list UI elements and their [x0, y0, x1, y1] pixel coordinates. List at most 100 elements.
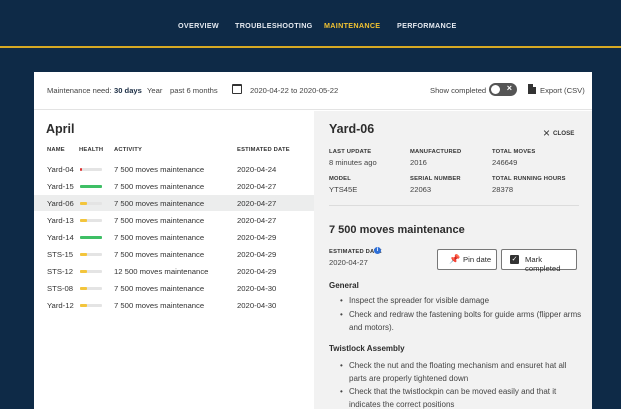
- toggle-knob: [491, 85, 500, 94]
- total-running-hours-label: TOTAL RUNNING HOURS: [492, 176, 566, 182]
- detail-panel: Yard-06 × CLOSE LAST UPDATE 8 minutes ago…: [314, 111, 592, 409]
- row-name: Yard-12: [47, 301, 74, 310]
- column-header-name[interactable]: NAME: [47, 147, 65, 153]
- checklist-item: • Check the nut and the floating mechanis…: [340, 361, 567, 383]
- row-name: STS-15: [47, 250, 74, 259]
- table-row[interactable]: Yard-15 7 500 moves maintenance 2020-04-27: [34, 178, 314, 194]
- table-row[interactable]: STS-08 7 500 moves maintenance 2020-04-30: [34, 280, 314, 296]
- health-bar: [80, 253, 102, 256]
- row-name: Yard-13: [47, 216, 74, 225]
- show-completed-toggle[interactable]: ×: [489, 83, 517, 96]
- row-estimated-date: 2020-04-29: [237, 250, 277, 259]
- health-bar: [80, 168, 102, 171]
- filter-30-days[interactable]: 30 days: [114, 86, 142, 95]
- table-row[interactable]: STS-15 7 500 moves maintenance 2020-04-29: [34, 246, 314, 262]
- document-icon: [528, 84, 536, 94]
- tab-overview[interactable]: OVERVIEW: [178, 21, 219, 30]
- row-name: STS-08: [47, 284, 74, 293]
- maintenance-need-label: Maintenance need:: [47, 86, 112, 95]
- tab-maintenance[interactable]: MAINTENANCE: [324, 21, 380, 30]
- table-row[interactable]: Yard-14 7 500 moves maintenance 2020-04-29: [34, 229, 314, 245]
- row-activity: 7 500 moves maintenance: [114, 165, 205, 174]
- detail-title: Yard-06: [329, 122, 375, 136]
- mark-completed-button[interactable]: ✓ Mark completed: [501, 249, 577, 273]
- table-row[interactable]: Yard-04 7 500 moves maintenance 2020-04-24: [34, 161, 314, 177]
- tab-troubleshooting[interactable]: TROUBLESHOOTING: [235, 21, 313, 30]
- section-title-twistlock-assembly: Twistlock Assembly: [329, 344, 405, 353]
- calendar-icon[interactable]: [232, 84, 242, 94]
- total-moves-label: TOTAL MOVES: [492, 149, 536, 155]
- row-name: Yard-15: [47, 182, 74, 191]
- close-icon: ×: [506, 83, 512, 93]
- column-header-estimated-date[interactable]: ESTIMATED DATE: [237, 147, 290, 153]
- row-estimated-date: 2020-04-30: [237, 301, 277, 310]
- close-label: CLOSE: [553, 130, 575, 137]
- health-bar: [80, 185, 102, 188]
- table-row[interactable]: Yard-12 7 500 moves maintenance 2020-04-30: [34, 297, 314, 313]
- health-bar-fill: [80, 219, 87, 222]
- filter-year[interactable]: Year: [147, 86, 162, 95]
- health-bar: [80, 236, 102, 239]
- model-value: YTS45E: [329, 185, 358, 194]
- total-running-hours-value: 28378: [492, 185, 514, 194]
- divider: [329, 205, 579, 206]
- column-header-health[interactable]: HEALTH: [79, 147, 103, 153]
- row-estimated-date: 2020-04-27: [237, 216, 277, 225]
- estimated-date-value: 2020-04-27: [329, 258, 368, 267]
- health-bar-fill: [80, 270, 87, 273]
- health-bar: [80, 304, 102, 307]
- row-activity: 7 500 moves maintenance: [114, 199, 205, 208]
- month-heading: April: [46, 122, 75, 136]
- maintenance-title: 7 500 moves maintenance: [329, 224, 465, 236]
- health-bar-fill: [80, 236, 102, 239]
- row-activity: 12 500 moves maintenance: [114, 267, 209, 276]
- date-range[interactable]: 2020-04-22 to 2020-05-22: [250, 86, 338, 95]
- column-header-activity[interactable]: ACTIVITY: [114, 147, 142, 153]
- row-name: Yard-14: [47, 233, 74, 242]
- checklist-item: • Inspect the spreader for visible damage: [340, 296, 490, 305]
- close-button[interactable]: × CLOSE: [543, 124, 575, 140]
- mark-completed-label: Mark completed: [525, 255, 561, 273]
- row-estimated-date: 2020-04-24: [237, 165, 277, 174]
- row-activity: 7 500 moves maintenance: [114, 182, 205, 191]
- health-bar-fill: [80, 253, 87, 256]
- manufactured-value: 2016: [410, 158, 427, 167]
- row-name: STS-12: [47, 267, 74, 276]
- row-name: Yard-06: [47, 199, 74, 208]
- pin-date-button[interactable]: 📌 Pin date: [437, 249, 497, 270]
- row-estimated-date: 2020-04-29: [237, 267, 277, 276]
- row-activity: 7 500 moves maintenance: [114, 216, 205, 225]
- row-estimated-date: 2020-04-27: [237, 199, 277, 208]
- table-row[interactable]: Yard-13 7 500 moves maintenance 2020-04-27: [34, 212, 314, 228]
- row-name: Yard-04: [47, 165, 74, 174]
- table-row[interactable]: Yard-06 7 500 moves maintenance 2020-04-27: [34, 195, 314, 211]
- show-completed-label: Show completed: [430, 86, 487, 95]
- checkbox-icon: ✓: [510, 255, 519, 264]
- filter-bar: Maintenance need: 30 days Year past 6 mo…: [34, 72, 592, 110]
- checklist-item: • Check and redraw the fastening bolts fo…: [340, 310, 582, 332]
- serial-number-value: 22063: [410, 185, 432, 194]
- export-csv-button[interactable]: Export (CSV): [540, 86, 585, 95]
- health-bar-fill: [80, 202, 87, 205]
- row-estimated-date: 2020-04-30: [237, 284, 277, 293]
- health-bar: [80, 202, 102, 205]
- row-estimated-date: 2020-04-27: [237, 182, 277, 191]
- total-moves-value: 246649: [492, 158, 518, 167]
- row-activity: 7 500 moves maintenance: [114, 284, 205, 293]
- top-navigation: OVERVIEW TROUBLESHOOTING MAINTENANCE PER…: [0, 0, 621, 48]
- filter-past-6-months[interactable]: past 6 months: [170, 86, 218, 95]
- health-bar-fill: [80, 287, 87, 290]
- row-estimated-date: 2020-04-29: [237, 233, 277, 242]
- last-update-label: LAST UPDATE: [329, 149, 372, 155]
- table-row[interactable]: STS-12 12 500 moves maintenance 2020-04-29: [34, 263, 314, 279]
- section-title-general: General: [329, 281, 359, 290]
- health-bar-fill: [80, 168, 82, 171]
- row-activity: 7 500 moves maintenance: [114, 250, 205, 259]
- tab-performance[interactable]: PERFORMANCE: [397, 21, 457, 30]
- pin-date-label: Pin date: [463, 255, 492, 264]
- model-label: MODEL: [329, 176, 351, 182]
- health-bar: [80, 219, 102, 222]
- row-activity: 7 500 moves maintenance: [114, 301, 205, 310]
- info-icon[interactable]: i: [374, 247, 381, 254]
- maintenance-panel: Maintenance need: 30 days Year past 6 mo…: [34, 72, 592, 409]
